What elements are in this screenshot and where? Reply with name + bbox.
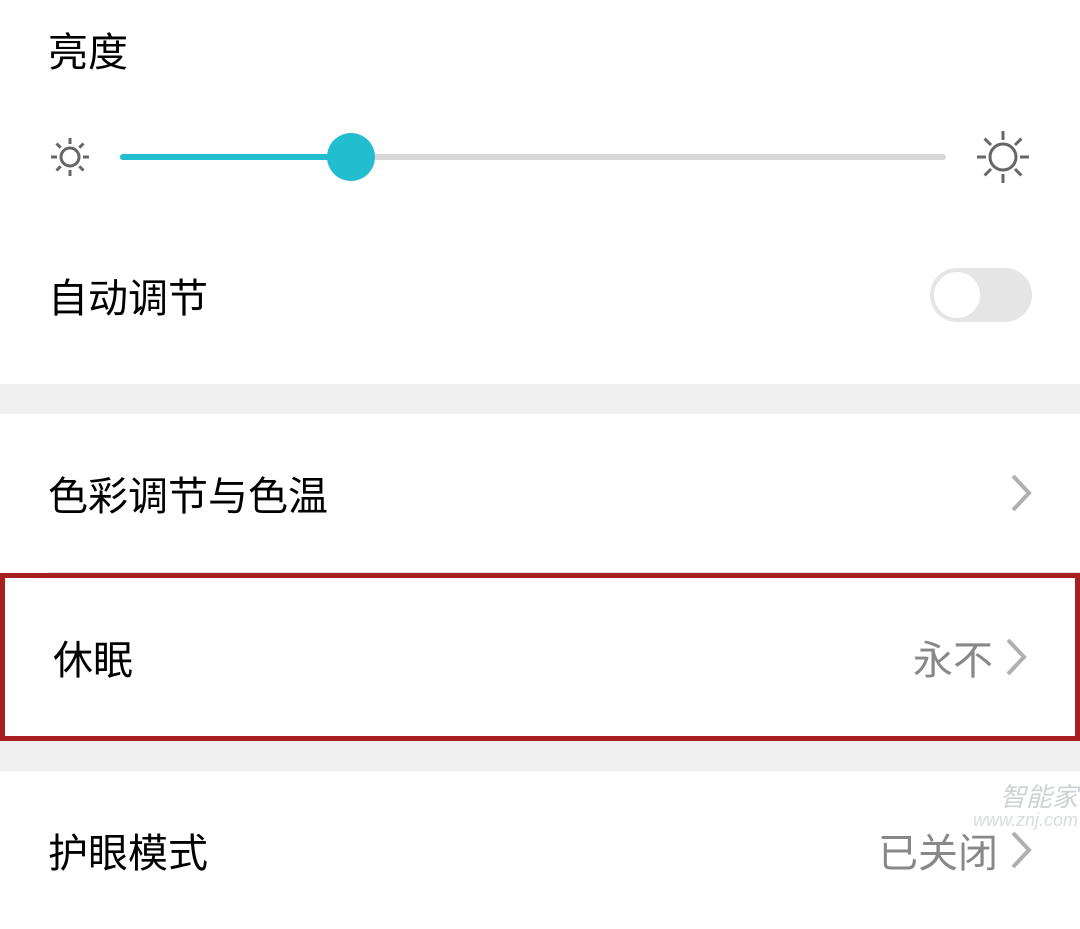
brightness-low-icon xyxy=(48,135,92,179)
chevron-right-icon xyxy=(1005,637,1027,677)
eye-comfort-row[interactable]: 护眼模式 已关闭 xyxy=(0,771,1080,929)
brightness-slider-thumb[interactable] xyxy=(327,133,375,181)
brightness-section: 亮度 自动调节 xyxy=(0,0,1080,384)
toggle-knob xyxy=(934,272,980,318)
auto-brightness-label: 自动调节 xyxy=(48,266,208,324)
sleep-row[interactable]: 休眠 永不 xyxy=(0,573,1080,741)
color-temp-row[interactable]: 色彩调节与色温 xyxy=(0,414,1080,572)
color-temp-label: 色彩调节与色温 xyxy=(48,464,328,522)
chevron-right-icon xyxy=(1010,473,1032,513)
section-gap xyxy=(0,741,1080,771)
auto-brightness-toggle[interactable] xyxy=(930,268,1032,322)
chevron-right-icon xyxy=(1010,830,1032,870)
brightness-slider[interactable] xyxy=(120,154,946,160)
brightness-high-icon xyxy=(974,128,1032,186)
sleep-value: 永不 xyxy=(913,628,993,686)
brightness-slider-row xyxy=(48,128,1032,186)
sleep-label: 休眠 xyxy=(53,628,133,686)
eye-comfort-label: 护眼模式 xyxy=(48,821,208,879)
brightness-title: 亮度 xyxy=(48,20,1032,78)
eye-comfort-value: 已关闭 xyxy=(878,821,998,879)
brightness-slider-fill xyxy=(120,154,351,160)
section-gap xyxy=(0,384,1080,414)
auto-brightness-row[interactable]: 自动调节 xyxy=(48,266,1032,354)
